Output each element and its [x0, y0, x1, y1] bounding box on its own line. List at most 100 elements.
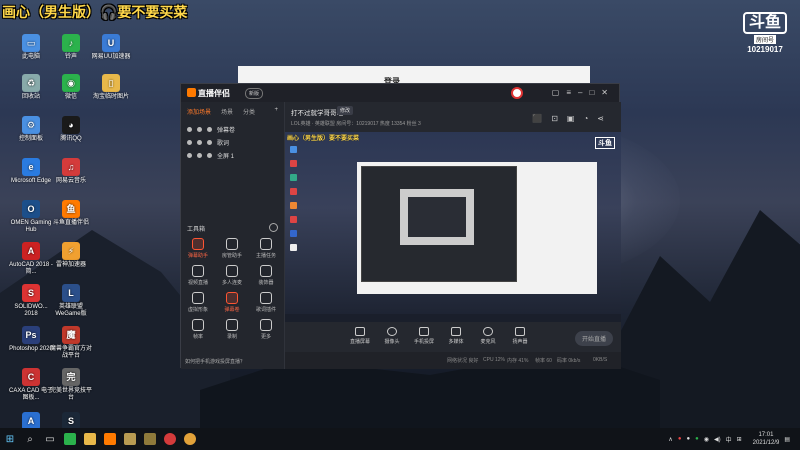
- mini-icon: [290, 160, 297, 167]
- recursive-preview-window: [357, 162, 597, 294]
- tool-button[interactable]: 虚拟形象: [181, 292, 215, 313]
- minimize-icon[interactable]: –: [578, 88, 589, 97]
- taskbar-lol-client[interactable]: [140, 428, 160, 450]
- status-bar: 网络状况 良好 CPU 12% 内存 41% 帧率 60 码率 0kb/s 0K…: [285, 352, 621, 369]
- maximize-icon[interactable]: □: [589, 88, 601, 97]
- scene-label: 弹幕卷: [217, 128, 236, 134]
- settings-icon[interactable]: ≡: [566, 88, 578, 97]
- visibility-icon[interactable]: [187, 153, 192, 158]
- share-icon[interactable]: ⋖: [597, 114, 613, 123]
- microphone-button[interactable]: 麦克风: [473, 327, 503, 345]
- tool-label: 主播任务: [255, 253, 276, 259]
- desktop-icon[interactable]: ⚡ 雷神加速器: [48, 242, 94, 269]
- lock-icon[interactable]: [197, 140, 202, 145]
- screen-capture-button[interactable]: 直播屏幕: [345, 327, 375, 345]
- tool-button[interactable]: 帧率: [181, 319, 215, 340]
- eye-icon[interactable]: [207, 127, 212, 132]
- desktop-icon[interactable]: 完完美世界竞技平台: [48, 368, 94, 402]
- share-screen-icon[interactable]: ▣: [567, 114, 584, 123]
- taskbar-douyu[interactable]: [100, 428, 120, 450]
- lock-icon[interactable]: [197, 153, 202, 158]
- add-icon[interactable]: +: [274, 107, 278, 116]
- tool-button[interactable]: 多人连麦: [215, 265, 249, 286]
- tool-button[interactable]: 弹幕助手: [181, 238, 215, 259]
- toolbox-toggle[interactable]: [269, 223, 278, 232]
- avatar[interactable]: [511, 87, 523, 99]
- taskbar-lol[interactable]: [120, 428, 140, 450]
- stream-preview[interactable]: 画心（男生版）要不要买菜 斗鱼: [285, 132, 621, 322]
- tool-button[interactable]: 主播任务: [249, 238, 283, 259]
- recursive-app-window: [361, 166, 517, 282]
- tab-add-scene[interactable]: 添加场景: [187, 107, 211, 116]
- scene-item[interactable]: 歌词: [181, 136, 284, 149]
- sidebar-hint[interactable]: 如何把手机游戏投屏直播？: [185, 358, 245, 365]
- desktop-icon[interactable]: U 网易UU加速器: [88, 34, 134, 61]
- close-icon[interactable]: ✕: [601, 88, 615, 97]
- scene-item[interactable]: 全屏 1: [181, 149, 284, 162]
- desktop-icon[interactable]: L 英雄联盟WeGame版: [48, 284, 94, 318]
- lock-icon[interactable]: ⊡: [551, 114, 567, 123]
- tool-label: 多人连麦: [221, 280, 242, 286]
- start-live-button[interactable]: 开始直播: [574, 331, 613, 346]
- taskbar-wechat[interactable]: [60, 428, 80, 450]
- tool-label: 装饰器: [258, 280, 274, 286]
- mini-icon: [290, 146, 297, 153]
- desktop-icon[interactable]: 魔魔兽争霸官方对战平台: [48, 326, 94, 360]
- tool-label: 视频直播: [187, 280, 208, 286]
- tray-qq-icon[interactable]: ●: [686, 436, 690, 442]
- tool-button[interactable]: 歌词插件: [249, 292, 283, 313]
- scene-list: 弹幕卷歌词 全屏 1: [181, 123, 284, 162]
- tab-scene[interactable]: 场景: [221, 107, 233, 116]
- tool-button[interactable]: 弹幕卷: [215, 292, 249, 313]
- background-login-window[interactable]: 登录: [238, 66, 590, 86]
- eye-icon[interactable]: [207, 140, 212, 145]
- lock-icon[interactable]: [197, 127, 202, 132]
- taskbar-netease-music[interactable]: [160, 428, 180, 450]
- tool-button[interactable]: 房管助手: [215, 238, 249, 259]
- tray-chevron-icon[interactable]: ∧: [668, 436, 672, 443]
- tool-button[interactable]: 录制: [215, 319, 249, 340]
- taskbar-chrome[interactable]: [180, 428, 200, 450]
- desktop-icon[interactable]: ▯ 淘宝临时图片: [88, 74, 134, 101]
- tray-wechat-icon[interactable]: ●: [695, 436, 699, 442]
- desktop-icon[interactable]: ♫ 网易云音乐: [48, 158, 94, 185]
- tab-category[interactable]: 分类: [243, 107, 255, 116]
- scene-item[interactable]: 弹幕卷: [181, 123, 284, 136]
- tool-button[interactable]: 更多: [249, 319, 283, 340]
- media-button[interactable]: 多媒体: [441, 327, 471, 345]
- tray-network-icon[interactable]: ◉: [704, 436, 709, 443]
- app-icon: C: [22, 368, 40, 386]
- tool-icon: [260, 238, 272, 250]
- desktop-icon-label: 魔兽争霸官方对战平台: [49, 346, 92, 359]
- tool-button[interactable]: 视频直播: [181, 265, 215, 286]
- tray-language[interactable]: 中: [726, 435, 732, 444]
- app-icon: ▭: [22, 34, 40, 52]
- tray-volume-icon[interactable]: ◀): [714, 436, 721, 443]
- tool-icon: [260, 292, 272, 304]
- desktop-icon[interactable]: 鱼斗鱼直播伴侣: [48, 200, 94, 227]
- mini-icon: [290, 174, 297, 181]
- visibility-icon[interactable]: [187, 140, 192, 145]
- desktop-icon[interactable]: ◕ 腾讯QQ: [48, 116, 94, 143]
- tool-button[interactable]: 装饰器: [249, 265, 283, 286]
- tray-app-icon[interactable]: ●: [678, 436, 682, 442]
- tray-ime-icon[interactable]: ⊞: [737, 436, 742, 443]
- eye-icon[interactable]: [207, 153, 212, 158]
- edit-title-button[interactable]: 修改: [337, 106, 354, 115]
- visibility-icon[interactable]: [187, 127, 192, 132]
- gift-icon[interactable]: ⬛: [532, 114, 551, 123]
- clock[interactable]: 17:01 2021/12/9: [753, 431, 780, 447]
- tool-icon: [260, 319, 272, 331]
- search-button[interactable]: ⌕: [20, 428, 40, 450]
- skin-icon[interactable]: ▢: [552, 88, 567, 97]
- phone-cast-button[interactable]: 手机投屏: [409, 327, 439, 345]
- taskview-icon: ▭: [45, 433, 55, 445]
- taskview-button[interactable]: ▭: [40, 428, 60, 450]
- notification-icon[interactable]: ▤: [784, 436, 790, 443]
- camera-button[interactable]: 摄像头: [377, 327, 407, 345]
- bell-icon[interactable]: ◔: [583, 114, 597, 123]
- taskbar-file-explorer[interactable]: [80, 428, 100, 450]
- version-badge[interactable]: 新版: [245, 88, 264, 99]
- start-button[interactable]: ⊞: [0, 428, 20, 450]
- speaker-button[interactable]: 扬声器: [505, 327, 535, 345]
